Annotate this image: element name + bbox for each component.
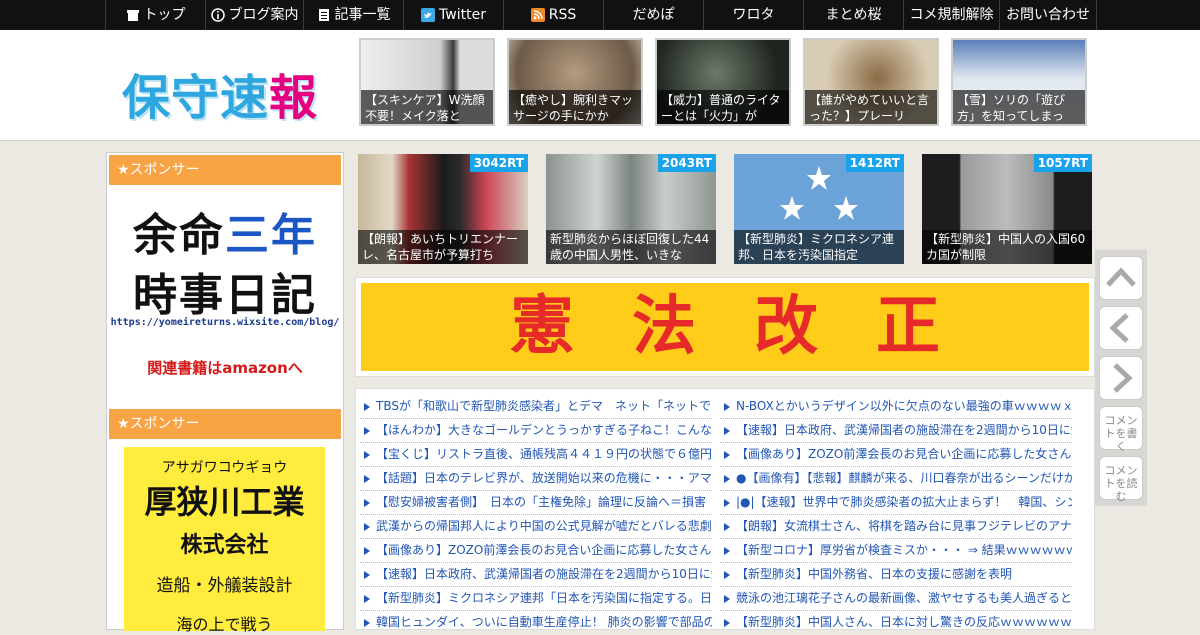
ranking-article[interactable]: 1057RT 【新型肺炎】中国人の入国60カ国が制限 — [922, 154, 1092, 264]
info-icon — [210, 8, 225, 22]
nav-item-twitter[interactable]: Twitter — [403, 0, 503, 30]
rss-icon — [530, 8, 545, 22]
sponsor-heading: ★スポンサー — [109, 155, 341, 185]
headline-link[interactable]: 競泳の池江璃花子さんの最新画像、激ヤセするも美人過ぎると — [720, 587, 1072, 611]
nav-item-warota[interactable]: ワロタ — [703, 0, 803, 30]
headline-link[interactable]: |●|【速報】世界中で肺炎感染者の拡大止まらず！ 韓国、シン — [720, 491, 1072, 515]
nav-label: ワロタ — [732, 7, 775, 23]
nav-label: トップ — [143, 7, 186, 23]
headline-link[interactable]: ●【画像有】【悲報】麒麟が来る、川口春奈が出るシーンだけが — [720, 467, 1072, 491]
left-sidebar: ★スポンサー 余命三年 時事日記 https://yomeireturns.wi… — [106, 152, 344, 634]
headline-link[interactable]: 【速報】日本政府、武漢帰国者の施設滞在を2週間から10日に短 — [360, 563, 712, 587]
pickup-article[interactable]: 【癒やし】腕利きマッサージの手にかか — [507, 38, 643, 126]
headline-column-left: TBSが「和歌山で新型肺炎感染者」とデマ ネット「ネットで 【ほんわか】大きなゴ… — [360, 395, 712, 629]
headline-link[interactable]: 【速報】日本政府、武漢帰国者の施設滞在を2週間から10日に短 — [720, 419, 1072, 443]
headline-link[interactable]: 【慰安婦被害者側】 日本の「主権免除」論理に反論へ＝損害 — [360, 491, 712, 515]
sponsor-heading: ★スポンサー — [109, 409, 341, 439]
nav-label: だめぽ — [632, 7, 675, 23]
headline-link[interactable]: N-BOXとかいうデザイン以外に欠点のない最強の車ｗｗｗｗｘ — [720, 395, 1072, 419]
home-icon — [126, 10, 139, 21]
ranking-caption: 【朗報】あいちトリエンナーレ、名古屋市が予算打ち — [358, 230, 528, 264]
retweet-count-badge: 2043RT — [657, 154, 716, 172]
nav-item-rss[interactable]: RSS — [503, 0, 603, 30]
headline-column-right: N-BOXとかいうデザイン以外に欠点のない最強の車ｗｗｗｗｘ 【速報】日本政府、… — [720, 395, 1072, 629]
headline-link[interactable]: 武漢からの帰国邦人により中国の公式見解が嘘だとバレる悲劇 — [360, 515, 712, 539]
ranking-article[interactable]: 1412RT 【新型肺炎】ミクロネシア連邦、日本を汚染国指定 — [734, 154, 904, 264]
ranking-article[interactable]: 2043RT 新型肺炎からほぼ回復した44歳の中国人男性、いきな — [546, 154, 716, 264]
read-comment-button[interactable]: コメントを読む — [1099, 456, 1143, 503]
nav-label: まとめ桜 — [825, 7, 882, 23]
ranking-caption: 新型肺炎からほぼ回復した44歳の中国人男性、いきな — [546, 230, 716, 264]
nav-label: 記事一覧 — [334, 7, 391, 23]
headline-link[interactable]: 【話題】日本のテレビ界が、放送開始以来の危機に・・・アマ — [360, 467, 712, 491]
prev-article-button[interactable] — [1099, 306, 1143, 350]
sponsor-ad-yomei[interactable]: 余命三年 時事日記 https://yomeireturns.wixsite.c… — [109, 187, 341, 383]
nav-label: RSS — [548, 7, 577, 23]
headline-link[interactable]: 【画像あり】ZOZO前澤会長のお見合い企画に応募した女さん、 — [360, 539, 712, 563]
pickup-caption: 【雪】ソリの「遊び方」を知ってしまっ — [953, 90, 1085, 124]
retweet-count-badge: 1057RT — [1033, 154, 1092, 172]
headline-link[interactable]: 【新型肺炎】中国人さん、日本に対し驚きの反応ｗｗｗｗｗｗ — [720, 611, 1072, 629]
nav-item-top[interactable]: トップ — [105, 0, 205, 30]
ad-url: https://yomeireturns.wixsite.com/blog/ — [110, 317, 340, 328]
nav-item-matome-sakura[interactable]: まとめ桜 — [803, 0, 903, 30]
site-logo[interactable]: 保守速報 — [122, 58, 318, 128]
constitution-banner[interactable]: 憲法改正 — [355, 277, 1095, 377]
pickup-caption: 【威力】普通のライターとは「火力」が — [657, 90, 789, 124]
ranking-caption: 【新型肺炎】中国人の入国60カ国が制限 — [922, 230, 1092, 264]
nav-label: コメ規制解除 — [909, 7, 994, 23]
ad-amazon-link[interactable]: 関連書籍はamazonへ — [109, 357, 341, 378]
pickup-caption: 【スキンケア】W洗顔不要！メイク落と — [361, 90, 493, 124]
nav-label: お問い合わせ — [1006, 7, 1090, 23]
chevron-up-icon — [1106, 267, 1136, 287]
ad-company-desc: 造船・外艤装設計 — [156, 576, 293, 596]
top-nav-items: トップ ブログ案内 記事一覧 Twitter RSS だめぽ ワロタ まとめ桜 … — [105, 0, 1097, 30]
floating-side-buttons: コメントを書く コメントを読む — [1095, 250, 1147, 506]
headline-link[interactable]: 【朗報】女流棋士さん、将棋を踏み台に見事フジテレビのアナ — [720, 515, 1072, 539]
nav-item-damepo[interactable]: だめぽ — [603, 0, 703, 30]
nav-item-article-list[interactable]: 記事一覧 — [303, 0, 403, 30]
nav-label: Twitter — [439, 7, 486, 23]
retweet-count-badge: 3042RT — [469, 154, 528, 172]
write-comment-button[interactable]: コメントを書く — [1099, 406, 1143, 453]
nav-item-blog-info[interactable]: ブログ案内 — [205, 0, 303, 30]
ad-title-line1: 余命三年 — [133, 210, 317, 261]
nav-item-comment-unblock[interactable]: コメ規制解除 — [903, 0, 999, 30]
chevron-right-icon — [1113, 363, 1133, 393]
ranking-caption: 【新型肺炎】ミクロネシア連邦、日本を汚染国指定 — [734, 230, 904, 264]
ad-company-kana: アサガワコウギョウ — [161, 460, 288, 476]
headline-link[interactable]: TBSが「和歌山で新型肺炎感染者」とデマ ネット「ネットで — [360, 395, 712, 419]
headline-link[interactable]: 【新型コロナ】厚労省が検査ミスか・・・ ⇒ 結果ｗｗｗｗｗｗ — [720, 539, 1072, 563]
site-header: 保守速報 【スキンケア】W洗顔不要！メイク落と 【癒やし】腕利きマッサージの手に… — [0, 30, 1200, 141]
ad-company-type: 株式会社 — [180, 533, 269, 558]
sponsor-ad-asagawa[interactable]: アサガワコウギョウ 厚狭川工業 株式会社 造船・外艤装設計 海の上で戦う — [124, 447, 325, 634]
top-nav: トップ ブログ案内 記事一覧 Twitter RSS だめぽ ワロタ まとめ桜 … — [0, 0, 1200, 30]
headline-link[interactable]: 【新型肺炎】中国外務省、日本の支援に感謝を表明 — [720, 563, 1072, 587]
ranking-article[interactable]: 3042RT 【朗報】あいちトリエンナーレ、名古屋市が予算打ち — [358, 154, 528, 264]
list-icon — [318, 9, 329, 21]
nav-label: ブログ案内 — [228, 7, 299, 23]
headline-link[interactable]: 【画像あり】ZOZO前澤会長のお見合い企画に応募した女さん、 — [720, 443, 1072, 467]
nav-item-contact[interactable]: お問い合わせ — [999, 0, 1097, 30]
pickup-article[interactable]: 【雪】ソリの「遊び方」を知ってしまっ — [951, 38, 1087, 126]
headline-link[interactable]: 【宝くじ】リストラ直後、通帳残高４４１９円の状態で６億円 — [360, 443, 712, 467]
ad-title-line2: 時事日記 — [133, 270, 317, 321]
pickup-article[interactable]: 【誰がやめていいと言った？】プレーリ — [803, 38, 939, 126]
banner-text: 憲法改正 — [361, 283, 1089, 371]
headline-link[interactable]: 【新型肺炎】ミクロネシア連邦「日本を汚染国に指定する。日 — [360, 587, 712, 611]
pickup-article[interactable]: 【スキンケア】W洗顔不要！メイク落と — [359, 38, 495, 126]
headline-link[interactable]: 韓国ヒュンダイ、ついに自動車生産停止！ 肺炎の影響で部品の — [360, 611, 712, 629]
pickup-caption: 【誰がやめていいと言った？】プレーリ — [805, 90, 937, 124]
headline-list: TBSが「和歌山で新型肺炎感染者」とデマ ネット「ネットで 【ほんわか】大きなゴ… — [355, 388, 1095, 630]
scroll-top-button[interactable] — [1099, 256, 1143, 300]
pickup-article[interactable]: 【威力】普通のライターとは「火力」が — [655, 38, 791, 126]
ad-company-tagline: 海の上で戦う — [176, 615, 273, 634]
twitter-icon — [421, 8, 436, 22]
pickup-caption: 【癒やし】腕利きマッサージの手にかか — [509, 90, 641, 124]
chevron-left-icon — [1109, 313, 1129, 343]
headline-link[interactable]: 【ほんわか】大きなゴールデンとうっかすぎる子ねこ！こんな — [360, 419, 712, 443]
next-article-button[interactable] — [1099, 356, 1143, 400]
retweet-count-badge: 1412RT — [845, 154, 904, 172]
ad-company-name: 厚狭川工業 — [144, 483, 305, 521]
